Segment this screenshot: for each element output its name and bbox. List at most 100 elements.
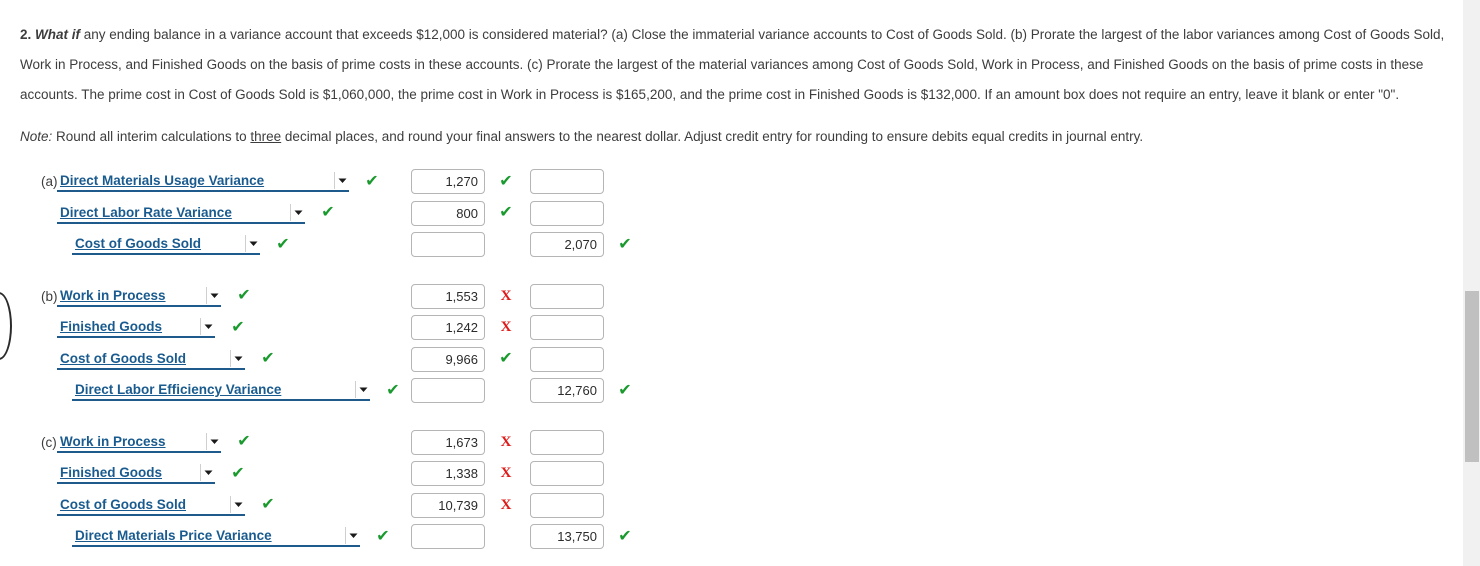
amount-cells: ✔ xyxy=(411,232,636,258)
account-select-correct-icon: ✔ xyxy=(231,318,245,336)
account-select[interactable]: Finished Goods xyxy=(57,317,215,339)
account-select-wrapper: Direct Materials Usage Variance xyxy=(57,171,349,193)
credit-amount-input[interactable] xyxy=(530,283,604,309)
account-select[interactable]: Work in Process xyxy=(57,285,221,307)
scrollbar-thumb[interactable] xyxy=(1465,291,1479,462)
account-select[interactable]: Cost of Goods Sold xyxy=(57,348,245,370)
credit-amount-input[interactable] xyxy=(530,169,604,195)
chevron-down-icon[interactable] xyxy=(245,235,260,253)
question-prose: 2. What if any ending balance in a varia… xyxy=(20,20,1448,110)
chevron-down-icon[interactable] xyxy=(200,318,215,336)
account-select[interactable]: Direct Materials Price Variance xyxy=(72,526,360,548)
account-select[interactable]: Direct Labor Efficiency Variance xyxy=(72,380,370,402)
account-select[interactable]: Cost of Goods Sold xyxy=(72,234,260,256)
journal-entry-row: Cost of Goods Sold ✔ ✔ xyxy=(20,344,1448,376)
account-select-correct-icon: ✔ xyxy=(237,287,251,305)
question-number: 2. xyxy=(20,27,32,42)
credit-amount-input[interactable] xyxy=(530,524,604,550)
vertical-scrollbar[interactable] xyxy=(1462,0,1480,566)
account-select-wrapper: Direct Materials Price Variance xyxy=(72,526,360,548)
account-select-correct-icon: ✔ xyxy=(237,433,251,451)
chevron-down-icon[interactable] xyxy=(230,495,245,513)
debit-amount-incorrect-icon: X xyxy=(500,465,512,482)
amount-cells: X xyxy=(411,429,636,455)
account-select[interactable]: Direct Materials Usage Variance xyxy=(57,171,349,193)
account-select-correct-icon: ✔ xyxy=(276,235,290,253)
debit-amount-input[interactable] xyxy=(411,492,485,518)
credit-amount-input[interactable] xyxy=(530,429,604,455)
account-select[interactable]: Direct Labor Rate Variance xyxy=(57,202,305,224)
debit-amount-input[interactable] xyxy=(411,232,485,258)
account-select-wrapper: Work in Process xyxy=(57,285,221,307)
account-select-correct-icon: ✔ xyxy=(261,496,275,514)
debit-amount-input[interactable] xyxy=(411,169,485,195)
account-select-correct-icon: ✔ xyxy=(386,381,400,399)
credit-amount-input[interactable] xyxy=(530,200,604,226)
entry-group-c: (c)Work in Process✔XFinished Goods✔XCost… xyxy=(20,427,1448,553)
entry-group-label: (c) xyxy=(41,434,57,450)
credit-amount-correct-icon: ✔ xyxy=(618,527,632,545)
note-part2: decimal places, and round your final ans… xyxy=(281,129,1144,144)
amount-cells: ✔ xyxy=(411,346,636,372)
account-select-value: Work in Process xyxy=(60,287,166,303)
account-select-correct-icon: ✔ xyxy=(261,350,275,368)
credit-amount-input[interactable] xyxy=(530,232,604,258)
debit-amount-input[interactable] xyxy=(411,429,485,455)
account-select-value: Direct Materials Usage Variance xyxy=(60,173,265,189)
amount-cells: ✔ xyxy=(411,200,636,226)
credit-amount-input[interactable] xyxy=(530,346,604,372)
debit-amount-input[interactable] xyxy=(411,461,485,487)
account-select-value: Cost of Goods Sold xyxy=(60,496,186,512)
account-select-wrapper: Work in Process xyxy=(57,431,221,453)
note-lead: Note: xyxy=(20,129,53,144)
debit-amount-input[interactable] xyxy=(411,283,485,309)
chevron-down-icon[interactable] xyxy=(230,349,245,367)
debit-amount-correct-icon: ✔ xyxy=(499,350,513,368)
chevron-down-icon[interactable] xyxy=(355,381,370,399)
account-select[interactable]: Cost of Goods Sold xyxy=(57,494,245,516)
debit-amount-input[interactable] xyxy=(411,315,485,341)
debit-amount-input[interactable] xyxy=(411,524,485,550)
account-select-value: Direct Labor Efficiency Variance xyxy=(75,382,282,398)
entry-group-a: (a)Direct Materials Usage Variance✔✔Dire… xyxy=(20,166,1448,261)
chevron-down-icon[interactable] xyxy=(206,432,221,450)
journal-entry-row: Cost of Goods Sold ✔ X xyxy=(20,490,1448,522)
debit-amount-correct-icon: ✔ xyxy=(499,172,513,190)
entry-group-b: (b)Work in Process ✔ X Finished Goods ✔ X Cost… xyxy=(20,281,1448,407)
chevron-down-icon[interactable] xyxy=(200,464,215,482)
debit-amount-input[interactable] xyxy=(411,378,485,404)
credit-amount-input[interactable] xyxy=(530,492,604,518)
debit-amount-incorrect-icon: X xyxy=(500,287,512,304)
debit-amount-incorrect-icon: X xyxy=(500,433,512,450)
account-select[interactable]: Finished Goods xyxy=(57,463,215,485)
credit-amount-input[interactable] xyxy=(530,378,604,404)
chevron-down-icon[interactable] xyxy=(290,203,305,221)
account-select-value: Direct Materials Price Variance xyxy=(75,528,272,544)
debit-amount-correct-icon: ✔ xyxy=(499,204,513,222)
debit-amount-input[interactable] xyxy=(411,346,485,372)
account-select-wrapper: Direct Labor Efficiency Variance xyxy=(72,380,370,402)
journal-entry-row: Finished Goods ✔ X xyxy=(20,458,1448,490)
debit-amount-incorrect-icon: X xyxy=(500,496,512,513)
account-select-correct-icon: ✔ xyxy=(231,464,245,482)
exercise-page: 2. What if any ending balance in a varia… xyxy=(0,0,1462,566)
note-underlined-word: three xyxy=(250,129,282,144)
chevron-down-icon[interactable] xyxy=(334,172,349,190)
account-select-wrapper: Cost of Goods Sold xyxy=(57,494,245,516)
debit-amount-input[interactable] xyxy=(411,200,485,226)
chevron-down-icon[interactable] xyxy=(345,527,360,545)
journal-entry-row: Direct Materials Price Variance ✔ ✔ xyxy=(20,521,1448,553)
rounding-note: Note: Round all interim calculations to … xyxy=(20,122,1448,152)
account-select-wrapper: Finished Goods xyxy=(57,317,215,339)
amount-cells: ✔ xyxy=(411,169,636,195)
journal-entry-row: Finished Goods ✔ X xyxy=(20,312,1448,344)
journal-entry-row: (a)Direct Materials Usage Variance ✔ ✔ xyxy=(20,166,1448,198)
account-select-value: Finished Goods xyxy=(60,465,163,481)
question-body: any ending balance in a variance account… xyxy=(20,27,1445,102)
account-select[interactable]: Work in Process xyxy=(57,431,221,453)
credit-amount-input[interactable] xyxy=(530,461,604,487)
chevron-down-icon[interactable] xyxy=(206,286,221,304)
credit-amount-input[interactable] xyxy=(530,315,604,341)
account-select-value: Finished Goods xyxy=(60,319,163,335)
amount-cells: X xyxy=(411,461,636,487)
